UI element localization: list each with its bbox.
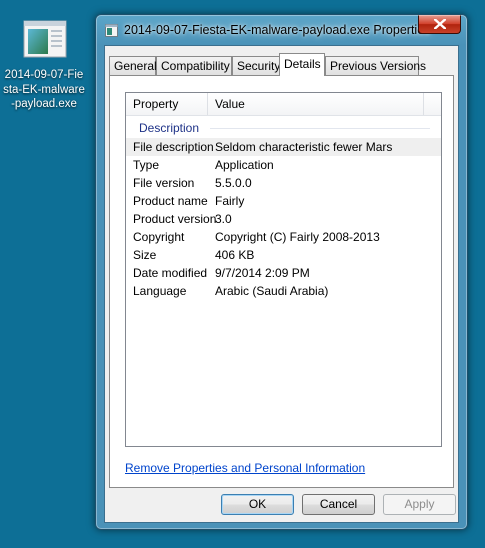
group-header-description: Description <box>139 121 200 135</box>
property-value: 406 KB <box>215 248 255 262</box>
property-name: Date modified <box>133 266 208 280</box>
details-tab-page: Property Value Description File descript… <box>109 75 454 488</box>
tab-security[interactable]: Security <box>232 56 280 76</box>
list-item[interactable]: Product version 3.0 <box>126 210 441 228</box>
properties-dialog: 2014-09-07-Fiesta-EK-malware-payload.exe… <box>95 14 468 530</box>
property-name: Product name <box>133 194 208 208</box>
close-button[interactable] <box>418 15 461 34</box>
ok-button[interactable]: OK <box>221 494 294 515</box>
property-name: Type <box>133 158 160 172</box>
property-value: Arabic (Saudi Arabia) <box>215 284 329 298</box>
list-header: Property Value <box>126 93 441 116</box>
property-value: 9/7/2014 2:09 PM <box>215 266 310 280</box>
list-item[interactable]: Language Arabic (Saudi Arabia) <box>126 282 441 300</box>
apply-button: Apply <box>383 494 456 515</box>
list-item[interactable]: Type Application <box>126 156 441 174</box>
title-bar[interactable]: 2014-09-07-Fiesta-EK-malware-payload.exe… <box>96 15 467 45</box>
property-name: Language <box>133 284 187 298</box>
list-item[interactable]: Size 406 KB <box>126 246 441 264</box>
tab-compatibility[interactable]: Compatibility <box>156 56 232 76</box>
tab-previous-versions[interactable]: Previous Versions <box>325 56 426 76</box>
property-value: Fairly <box>215 194 245 208</box>
property-value: Seldom characteristic fewer Mars <box>215 140 393 154</box>
property-value: 5.5.0.0 <box>215 176 252 190</box>
property-name: Product version <box>133 212 217 226</box>
property-value: Copyright (C) Fairly 2008-2013 <box>215 230 380 244</box>
property-value: 3.0 <box>215 212 232 226</box>
remove-properties-link[interactable]: Remove Properties and Personal Informati… <box>125 461 365 475</box>
desktop-icon-label: 2014-09-07-Fiesta-EK-malware-payload.exe <box>3 69 85 110</box>
cancel-button[interactable]: Cancel <box>302 494 375 515</box>
property-name: File version <box>133 176 195 190</box>
window-title: 2014-09-07-Fiesta-EK-malware-payload.exe… <box>124 23 431 37</box>
executable-file-icon <box>23 20 67 58</box>
list-item[interactable]: File description Seldom characteristic f… <box>126 138 441 156</box>
column-header-property[interactable]: Property <box>126 93 208 115</box>
column-header-value[interactable]: Value <box>208 93 424 115</box>
tab-general[interactable]: General <box>109 56 157 76</box>
property-name: File description <box>133 140 214 154</box>
list-item[interactable]: Product name Fairly <box>126 192 441 210</box>
executable-file-icon <box>105 24 118 37</box>
tab-details[interactable]: Details <box>279 53 325 76</box>
list-item[interactable]: Copyright Copyright (C) Fairly 2008-2013 <box>126 228 441 246</box>
property-name: Copyright <box>133 230 185 244</box>
list-item[interactable]: Date modified 9/7/2014 2:09 PM <box>126 264 441 282</box>
list-item[interactable]: File version 5.5.0.0 <box>126 174 441 192</box>
close-icon <box>434 19 446 29</box>
details-list[interactable]: Property Value Description File descript… <box>125 92 442 447</box>
property-value: Application <box>215 158 274 172</box>
property-name: Size <box>133 248 157 262</box>
dialog-body: General Compatibility Security Details P… <box>104 45 459 523</box>
group-divider <box>210 128 430 129</box>
